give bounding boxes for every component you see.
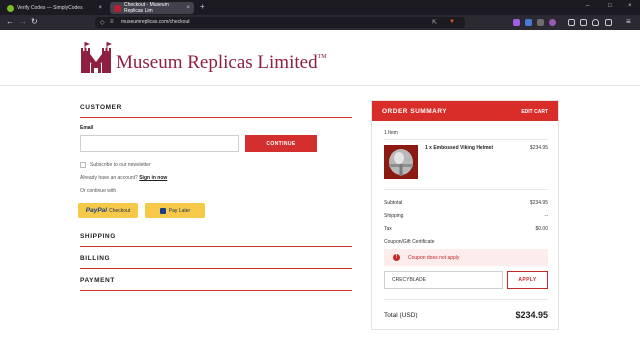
error-icon: ! [393, 254, 400, 261]
section-divider [80, 290, 352, 291]
coupon-error-text: Coupon does not apply [408, 255, 460, 261]
apply-coupon-button[interactable]: APPLY [507, 271, 548, 289]
shipping-label: Shipping [384, 213, 404, 219]
paypal-pay-later-button[interactable]: Pay Later [145, 203, 205, 218]
url-text[interactable]: museumreplicas.com/checkout [121, 19, 190, 25]
total-label: Total (USD) [384, 312, 418, 319]
brave-shield-icon[interactable]: ▼ [449, 19, 455, 25]
payment-section-title[interactable]: PAYMENT [80, 277, 115, 284]
paypal-icon [159, 207, 166, 214]
order-summary-title: ORDER SUMMARY [382, 108, 448, 115]
paypal-logo: PayPal [85, 207, 108, 214]
extension-icon[interactable] [549, 19, 556, 26]
browser-tab-bar: Verify Codes — SimplyCodes × Checkout - … [0, 0, 640, 15]
continue-button[interactable]: CONTINUE [245, 135, 317, 152]
new-tab-button[interactable]: + [200, 2, 205, 11]
coupon-code-field[interactable] [384, 271, 503, 289]
museum-favicon-icon [114, 4, 121, 12]
tab-close-icon[interactable]: × [98, 5, 102, 11]
summary-divider [384, 139, 548, 140]
share-icon[interactable]: ⇱ [432, 19, 437, 26]
tab-close-icon[interactable]: × [186, 5, 190, 11]
tab-title: Verify Codes — SimplyCodes [17, 5, 83, 11]
extension-icon[interactable] [525, 19, 532, 26]
account-prompt: Already have an account? Sign in now [80, 175, 168, 181]
newsletter-checkbox[interactable] [80, 162, 86, 168]
summary-divider [384, 189, 548, 190]
summary-divider [384, 299, 548, 300]
site-info-icon[interactable]: ≡ [110, 19, 114, 25]
vpn-shield-icon[interactable] [592, 19, 599, 26]
shipping-value: -- [544, 213, 548, 219]
edit-cart-link[interactable]: EDIT CART [521, 109, 548, 115]
tax-value: $0.00 [535, 226, 548, 232]
extension-icon[interactable] [537, 19, 544, 26]
paypal-checkout-label: Checkout [109, 207, 131, 214]
item-price: $234.95 [529, 145, 548, 151]
item-count: 1 Item [384, 130, 398, 136]
bookmark-icon[interactable]: ◇ [100, 19, 105, 26]
email-label: Email [80, 125, 94, 131]
header-divider [0, 85, 640, 86]
extension-icon[interactable] [513, 19, 520, 26]
tab-title: Checkout - Museum Replicas Lim [124, 2, 169, 14]
tax-label: Tax [384, 226, 392, 232]
maximize-button[interactable]: □ [608, 3, 612, 9]
simplycodes-favicon-icon [7, 4, 14, 12]
castle-logo-icon[interactable] [80, 42, 112, 75]
close-window-button[interactable]: × [628, 3, 632, 9]
total-value: $234.95 [515, 310, 548, 320]
back-button[interactable]: ← [6, 17, 14, 26]
viking-helmet-image [384, 145, 418, 179]
subtotal-value: $234.95 [529, 200, 548, 206]
address-bar[interactable]: ◇ ≡ museumreplicas.com/checkout ⇱ ▼ [95, 17, 465, 28]
sign-in-link[interactable]: Sign in now [139, 175, 167, 181]
paypal-checkout-button[interactable]: PayPal Checkout [78, 203, 138, 218]
site-logo-title[interactable]: Museum Replicas LimitedTM [116, 52, 327, 74]
forward-button[interactable]: → [19, 17, 27, 26]
shipping-section-title[interactable]: SHIPPING [80, 233, 116, 240]
menu-icon[interactable]: ≡ [626, 17, 631, 26]
pay-later-label: Pay Later [168, 207, 191, 214]
minimize-button[interactable]: – [586, 3, 589, 9]
coupon-error-alert: ! Coupon does not apply [384, 249, 548, 266]
tab-checkout[interactable]: Checkout - Museum Replicas Lim × [110, 2, 194, 14]
order-summary-panel: ORDER SUMMARY EDIT CART 1 Item 1 x Embos… [371, 100, 559, 330]
email-field[interactable] [80, 135, 239, 152]
browser-nav-bar: ← → ↻ ◇ ≡ museumreplicas.com/checkout ⇱ … [0, 15, 640, 30]
section-divider [80, 117, 352, 118]
sidebar-icon[interactable] [568, 19, 575, 26]
newsletter-label: Subscribe to our newsletter [90, 162, 151, 168]
coupon-label[interactable]: Coupon/Gift Certificate [384, 239, 435, 245]
order-summary-header: ORDER SUMMARY EDIT CART [372, 101, 558, 121]
reader-icon[interactable] [580, 19, 587, 26]
reload-button[interactable]: ↻ [31, 17, 38, 26]
customer-section-title: CUSTOMER [80, 104, 122, 111]
item-name: 1 x Embossed Viking Helmet [425, 145, 493, 151]
subtotal-label: Subtotal [384, 200, 403, 206]
or-continue-text: Or continue with [80, 188, 117, 194]
tab-simplycodes[interactable]: Verify Codes — SimplyCodes × [3, 2, 106, 14]
section-divider [80, 268, 352, 269]
billing-section-title[interactable]: BILLING [80, 255, 110, 262]
section-divider [80, 246, 352, 247]
wallet-icon[interactable] [605, 19, 612, 26]
